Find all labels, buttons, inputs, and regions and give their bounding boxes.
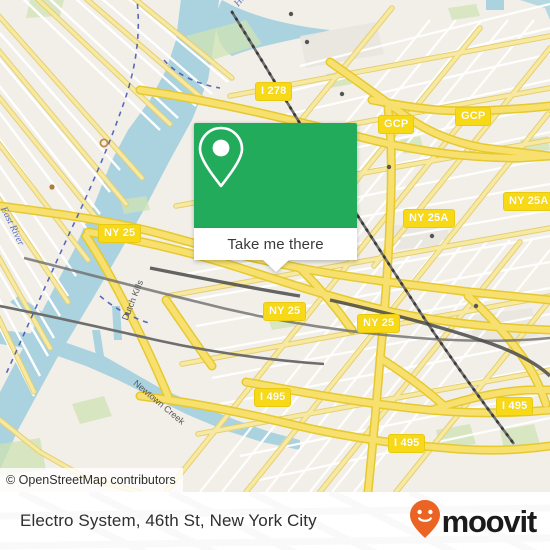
road-shield-ny25a[interactable]: NY 25A: [403, 209, 455, 228]
moovit-logo[interactable]: moovit: [409, 499, 538, 544]
moovit-wordmark: moovit: [441, 503, 538, 539]
road-shield-ny25[interactable]: NY 25: [98, 224, 142, 243]
road-shield-gcp[interactable]: GCP: [455, 107, 492, 126]
road-shield-ny25[interactable]: NY 25: [263, 302, 307, 321]
road-shield-ny25[interactable]: NY 25: [357, 314, 401, 333]
take-me-there-label: Take me there: [227, 235, 324, 253]
osm-attribution[interactable]: © OpenStreetMap contributors: [0, 468, 183, 492]
footer-bar: Electro System, 46th St, New York City m…: [0, 492, 550, 550]
road-shield-gcp[interactable]: GCP: [378, 115, 415, 134]
location-popup[interactable]: Take me there: [194, 123, 357, 272]
map-canvas[interactable]: Hell Gate East River Dutch Kills Newtown…: [0, 0, 550, 492]
map-screenshot: Hell Gate East River Dutch Kills Newtown…: [0, 0, 550, 550]
popup-header: [194, 123, 357, 228]
popup-tail: [262, 260, 289, 272]
road-shield-i495[interactable]: I 495: [496, 397, 534, 416]
road-shield-ny25a[interactable]: NY 25A: [503, 192, 550, 211]
road-shield-i278[interactable]: I 278: [255, 82, 293, 101]
place-title: Electro System, 46th St, New York City: [20, 511, 317, 530]
road-shield-i495[interactable]: I 495: [254, 388, 292, 407]
road-shield-i495[interactable]: I 495: [388, 434, 426, 453]
popup-footer[interactable]: Take me there: [194, 228, 357, 272]
moovit-smiley-pin-icon: [409, 499, 441, 544]
